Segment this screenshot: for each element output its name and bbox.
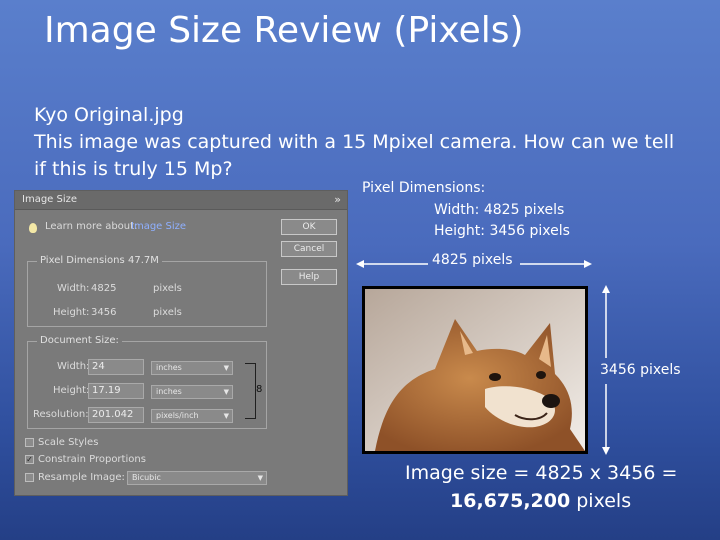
total-pixels-unit: pixels (570, 490, 632, 512)
doc-width-unit-select[interactable]: inches ▼ (151, 361, 233, 375)
pixel-width-text: Width: 4825 pixels (434, 202, 565, 218)
pixel-width-unit: pixels (153, 283, 182, 294)
pixel-height-unit: pixels (153, 307, 182, 318)
link-bracket (245, 363, 256, 419)
doc-width-label: Width: (57, 361, 90, 372)
chevron-down-icon: ▼ (223, 364, 229, 372)
scale-styles-label: Scale Styles (38, 437, 99, 448)
total-pixels-value: 16,675,200 (450, 490, 571, 512)
learn-more-link[interactable]: Image Size (131, 221, 186, 232)
filename-line: Kyo Original.jpg (34, 104, 184, 126)
doc-width-field[interactable]: 24 (88, 359, 144, 375)
pixel-height-text: Height: 3456 pixels (434, 223, 570, 239)
doc-height-unit-select[interactable]: inches ▼ (151, 385, 233, 399)
pixel-dimensions-heading: Pixel Dimensions: (362, 180, 486, 196)
pixel-height-value[interactable]: 3456 (91, 307, 116, 318)
chevron-down-icon: ▼ (257, 474, 263, 482)
resolution-field[interactable]: 201.042 (88, 407, 144, 423)
dog-photo-graphic (365, 289, 585, 451)
resolution-unit: pixels/inch (156, 411, 199, 420)
pixel-dimensions-value: 47.7M (125, 255, 162, 266)
lightbulb-icon (29, 223, 37, 233)
scale-styles-checkbox[interactable] (25, 438, 34, 447)
resolution-label: Resolution: (33, 409, 89, 420)
close-icon[interactable]: » (334, 193, 341, 206)
slide-title: Image Size Review (Pixels) (44, 10, 524, 51)
pixel-width-label: Width: (57, 283, 90, 294)
resample-method-select[interactable]: Bicubic ▼ (127, 471, 267, 485)
doc-height-unit: inches (156, 387, 182, 396)
resolution-unit-select[interactable]: pixels/inch ▼ (151, 409, 233, 423)
dog-photo (362, 286, 588, 454)
chevron-down-icon: ▼ (223, 388, 229, 396)
pixel-dimensions-label: Pixel Dimensions: (37, 255, 132, 266)
pixel-height-label: Height: (53, 307, 90, 318)
constrain-proportions-label: Constrain Proportions (38, 454, 146, 465)
image-size-dialog: Image Size » Learn more about: Image Siz… (14, 190, 348, 496)
equation-line-2: 16,675,200 pixels (450, 490, 631, 512)
dialog-titlebar: Image Size » (15, 191, 347, 210)
question-line-2: if this is truly 15 Mp? (34, 158, 233, 180)
ok-button[interactable]: OK (281, 219, 337, 235)
width-arrow-label: 4825 pixels (432, 252, 513, 268)
resample-image-label: Resample Image: (38, 472, 125, 483)
height-arrow-label: 3456 pixels (600, 362, 681, 378)
doc-width-unit: inches (156, 363, 182, 372)
cancel-button[interactable]: Cancel (281, 241, 337, 257)
chevron-down-icon: ▼ (223, 412, 229, 420)
pixel-width-value[interactable]: 4825 (91, 283, 116, 294)
equation-line-1: Image size = 4825 x 3456 = (405, 462, 678, 484)
dialog-title: Image Size (22, 194, 78, 205)
learn-more-text: Learn more about: (45, 221, 138, 232)
constrain-proportions-checkbox[interactable]: ✓ (25, 455, 34, 464)
resample-method-value: Bicubic (132, 473, 161, 482)
doc-height-label: Height: (53, 385, 90, 396)
doc-height-field[interactable]: 17.19 (88, 383, 144, 399)
chain-link-icon: 8 (256, 384, 263, 395)
question-line-1: This image was captured with a 15 Mpixel… (34, 131, 675, 153)
document-size-label: Document Size: (37, 335, 122, 346)
help-button[interactable]: Help (281, 269, 337, 285)
resample-image-checkbox[interactable] (25, 473, 34, 482)
